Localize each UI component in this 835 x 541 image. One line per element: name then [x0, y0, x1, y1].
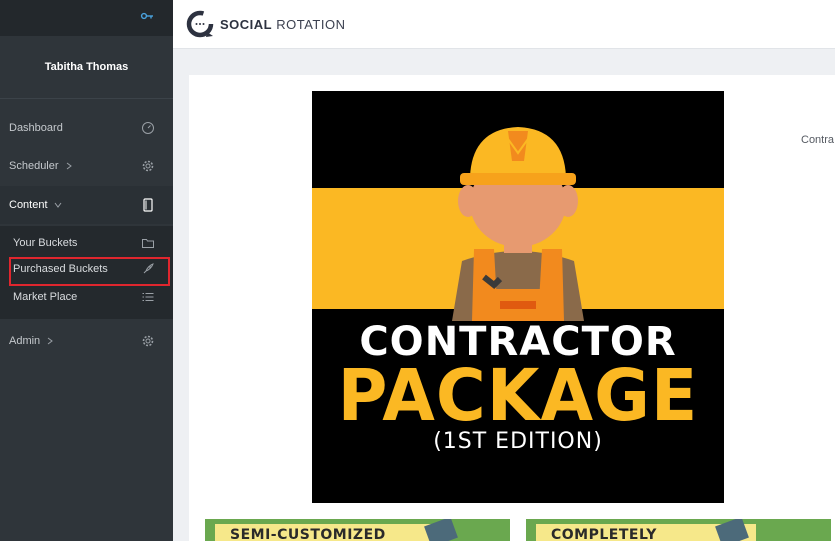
construction-worker-illustration — [452, 127, 584, 321]
gear-icon — [142, 160, 154, 172]
package-thumbnail[interactable]: COMPLETELY — [526, 519, 831, 541]
sub-label: Your Buckets — [13, 237, 78, 249]
nav-label: Content — [9, 199, 48, 211]
list-icon — [142, 293, 154, 301]
top-bar: SOCIAL ROTATION — [173, 0, 835, 49]
package-thumbnail[interactable]: SEMI-CUSTOMIZED — [205, 519, 510, 541]
sub-item-your-buckets[interactable]: Your Buckets — [0, 230, 173, 256]
key-icon[interactable] — [140, 9, 154, 23]
gear-icon — [142, 335, 154, 347]
rocket-icon — [143, 263, 154, 274]
brand-name-rest: ROTATION — [272, 16, 346, 32]
user-name: Tabitha Thomas — [0, 36, 173, 99]
poster-title-line3: (1ST EDITION) — [433, 429, 603, 454]
folder-icon — [142, 239, 154, 248]
thumbnail-graphic — [715, 519, 749, 541]
thumbnail-label: SEMI-CUSTOMIZED — [230, 527, 386, 541]
sub-label: Market Place — [13, 291, 78, 303]
brand-logo[interactable]: SOCIAL ROTATION — [185, 9, 345, 39]
content-submenu: Your Buckets Purchased Buckets Market Pl… — [0, 226, 173, 319]
thumbnail-graphic — [424, 519, 458, 541]
nav-item-content[interactable]: Content — [0, 186, 173, 224]
nav-label: Admin — [9, 335, 41, 347]
tablet-icon — [143, 198, 153, 212]
sub-item-purchased-buckets[interactable]: Purchased Buckets — [0, 256, 173, 286]
sidebar: Tabitha Thomas Dashboard Scheduler Conte… — [0, 0, 173, 541]
chevron-down-icon — [54, 202, 61, 208]
nav-item-admin[interactable]: Admin — [0, 322, 173, 360]
thumbnail-label: COMPLETELY — [551, 527, 657, 541]
brand-name-bold: SOCIAL — [220, 16, 273, 32]
nav-item-dashboard[interactable]: Dashboard — [0, 109, 173, 147]
sub-label: Purchased Buckets — [13, 263, 108, 275]
rotation-logo-icon — [186, 10, 214, 38]
poster-title-line2: PACKAGE — [337, 355, 699, 438]
speedometer-icon — [142, 122, 154, 134]
chevron-right-icon — [47, 337, 54, 345]
package-title-truncated: Contra — [801, 134, 835, 146]
chevron-right-icon — [66, 162, 72, 170]
sub-item-market-place[interactable]: Market Place — [0, 284, 173, 310]
sidebar-header — [0, 0, 173, 36]
nav-item-scheduler[interactable]: Scheduler — [0, 147, 173, 185]
brand-name: SOCIAL ROTATION — [220, 17, 345, 32]
contractor-package-image[interactable]: CONTRACTOR PACKAGE (1ST EDITION) — [312, 91, 724, 503]
nav-label: Dashboard — [9, 122, 63, 134]
nav-label: Scheduler — [9, 160, 59, 172]
